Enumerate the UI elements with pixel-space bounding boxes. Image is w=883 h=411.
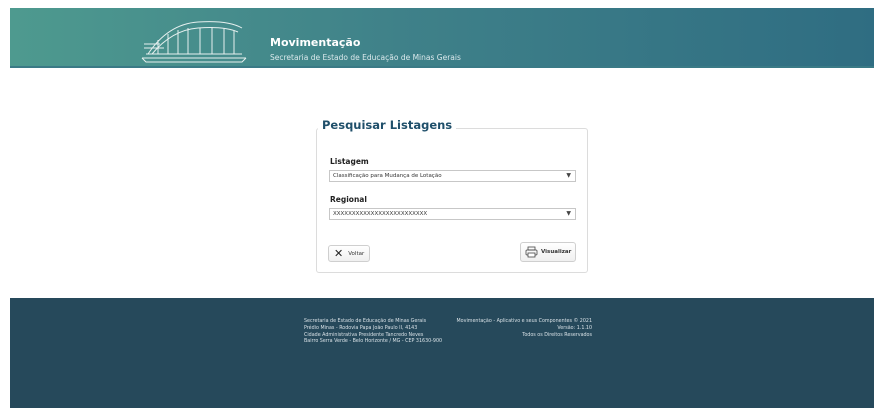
- visualizar-button[interactable]: Visualizar: [520, 242, 576, 262]
- footer-line: Todos os Direitos Reservados: [522, 332, 592, 338]
- chevron-down-icon: ▼: [566, 172, 571, 179]
- chevron-down-icon: ▼: [566, 210, 571, 217]
- panel-title: Pesquisar Listagens: [318, 118, 457, 132]
- regional-select[interactable]: XXXXXXXXXXXXXXXXXXXXXXXXX ▼: [329, 208, 576, 220]
- app-subtitle: Secretaria de Estado de Educação de Mina…: [270, 53, 461, 62]
- visualizar-label: Visualizar: [541, 249, 572, 255]
- footer-address: Secretaria de Estado de Educação de Mina…: [304, 319, 442, 346]
- close-icon: ✕: [334, 247, 344, 260]
- building-logo-icon: [141, 21, 247, 63]
- app-title: Movimentação: [270, 36, 361, 49]
- footer-line: Versão: 1.1.10: [557, 325, 592, 331]
- footer-line: Prédio Minas - Rodovia Papa João Paulo I…: [304, 325, 418, 331]
- footer-line: Movimentação - Aplicativo e seus Compone…: [456, 319, 592, 324]
- voltar-label: Voltar: [348, 250, 365, 257]
- page: Movimentação Secretaria de Estado de Edu…: [10, 8, 874, 408]
- listagem-select[interactable]: Classificação para Mudança de Lotação ▼: [329, 170, 576, 182]
- header-divider: [10, 66, 874, 68]
- footer-line: Secretaria de Estado de Educação de Mina…: [304, 319, 427, 324]
- voltar-button[interactable]: ✕ Voltar: [328, 245, 370, 262]
- footer-line: Bairro Serra Verde - Belo Horizonte / MG…: [304, 339, 443, 345]
- header-bar: Movimentação Secretaria de Estado de Edu…: [10, 8, 874, 68]
- footer-copyright: Movimentação - Aplicativo e seus Compone…: [450, 319, 592, 339]
- printer-icon: [525, 246, 538, 258]
- listagem-select-value: Classificação para Mudança de Lotação: [333, 173, 442, 179]
- regional-label: Regional: [330, 195, 367, 204]
- regional-select-value: XXXXXXXXXXXXXXXXXXXXXXXXX: [333, 211, 428, 217]
- listagem-label: Listagem: [330, 157, 369, 166]
- footer: Secretaria de Estado de Educação de Mina…: [10, 298, 874, 408]
